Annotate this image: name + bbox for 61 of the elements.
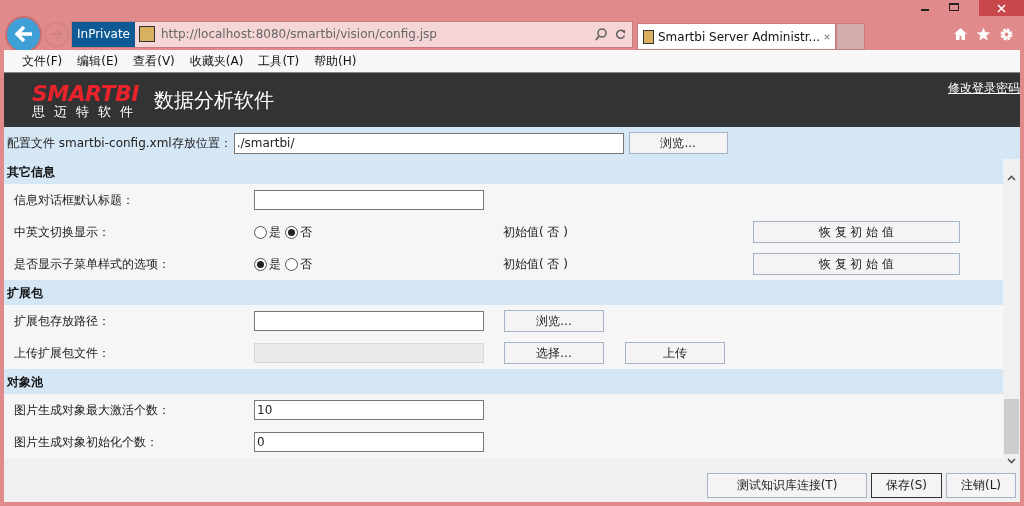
- radio-label: 是: [269, 224, 281, 241]
- radio-label: 否: [300, 256, 312, 273]
- browser-tab[interactable]: Smartbi Server Administr...: [637, 23, 836, 50]
- radio-button[interactable]: [285, 225, 298, 239]
- input-field[interactable]: [254, 311, 484, 331]
- field-label: 信息对话框默认标题：: [13, 192, 135, 209]
- site-icon: [139, 26, 155, 42]
- button[interactable]: 注销(L): [946, 472, 1016, 498]
- radio-button[interactable]: [254, 257, 267, 271]
- input-field[interactable]: 10: [254, 400, 484, 420]
- section-title: 对象池: [7, 373, 43, 391]
- field-label: 上传扩展包文件：: [13, 345, 111, 362]
- radio-label: 是: [269, 256, 281, 273]
- field-label: 图片生成对象最大激活个数：: [13, 402, 171, 419]
- button[interactable]: 浏览...: [628, 132, 728, 154]
- star-icon[interactable]: [976, 26, 991, 41]
- section-title: 扩展包: [7, 284, 43, 302]
- menu-item[interactable]: 帮助(H): [314, 52, 357, 70]
- menu-item[interactable]: 文件(F): [22, 52, 63, 70]
- inprivate-badge: InPrivate: [72, 21, 135, 47]
- menu-item[interactable]: 收藏夹(A): [189, 52, 244, 70]
- tab-title: Smartbi Server Administr...: [657, 28, 820, 46]
- change-password-link[interactable]: 修改登录密码: [948, 79, 1020, 97]
- home-icon[interactable]: [953, 26, 968, 41]
- menu-item[interactable]: 工具(T): [258, 52, 300, 70]
- config-label: 配置文件 smartbi-config.xml存放位置：: [7, 135, 232, 152]
- refresh-icon[interactable]: [615, 28, 626, 40]
- button[interactable]: 浏览...: [504, 310, 604, 332]
- radio-label: 否: [300, 224, 312, 241]
- field-label: 中英文切换显示：: [13, 224, 111, 241]
- field-label: 图片生成对象初始化个数：: [13, 434, 159, 451]
- search-icon[interactable]: [595, 27, 607, 41]
- url-text: http://localhost:8080/smartbi/vision/config.jsp: [161, 26, 438, 43]
- section-title: 其它信息: [7, 163, 55, 181]
- input-field[interactable]: 0: [254, 432, 484, 452]
- back-icon[interactable]: [5, 15, 42, 53]
- default-value: 初始值( 否 ): [503, 256, 569, 273]
- radio-button[interactable]: [254, 225, 267, 239]
- input-field[interactable]: ./smartbi/: [233, 132, 624, 154]
- button[interactable]: 保存(S): [871, 472, 942, 498]
- close-icon[interactable]: [824, 32, 830, 41]
- default-value: 初始值( 否 ): [503, 224, 569, 241]
- button[interactable]: 测试知识库连接(T): [707, 472, 867, 498]
- site-icon: [643, 29, 654, 44]
- product-title: 数据分析软件: [154, 87, 274, 114]
- menu-item[interactable]: 编辑(E): [77, 52, 119, 70]
- maximize-icon[interactable]: [949, 3, 959, 11]
- button[interactable]: 恢 复 初 始 值: [753, 221, 960, 243]
- logo: SMARTBI 思迈特软件: [32, 82, 142, 118]
- settings-icon[interactable]: [999, 26, 1014, 42]
- input-field[interactable]: [254, 190, 484, 210]
- scroll-up-icon[interactable]: [1007, 175, 1016, 181]
- field-label: 扩展包存放路径：: [13, 313, 111, 330]
- menu-item[interactable]: 查看(V): [133, 52, 175, 70]
- field-label: 是否显示子菜单样式的选项：: [13, 256, 171, 273]
- close-icon[interactable]: [979, 0, 1024, 16]
- scroll-down-icon[interactable]: [1007, 458, 1016, 464]
- button[interactable]: 恢 复 初 始 值: [753, 253, 960, 275]
- address-bar[interactable]: InPrivate http://localhost:8080/smartbi/vision/config.jsp: [71, 20, 633, 48]
- scroll-thumb[interactable]: [1004, 399, 1019, 454]
- radio-button[interactable]: [285, 257, 298, 271]
